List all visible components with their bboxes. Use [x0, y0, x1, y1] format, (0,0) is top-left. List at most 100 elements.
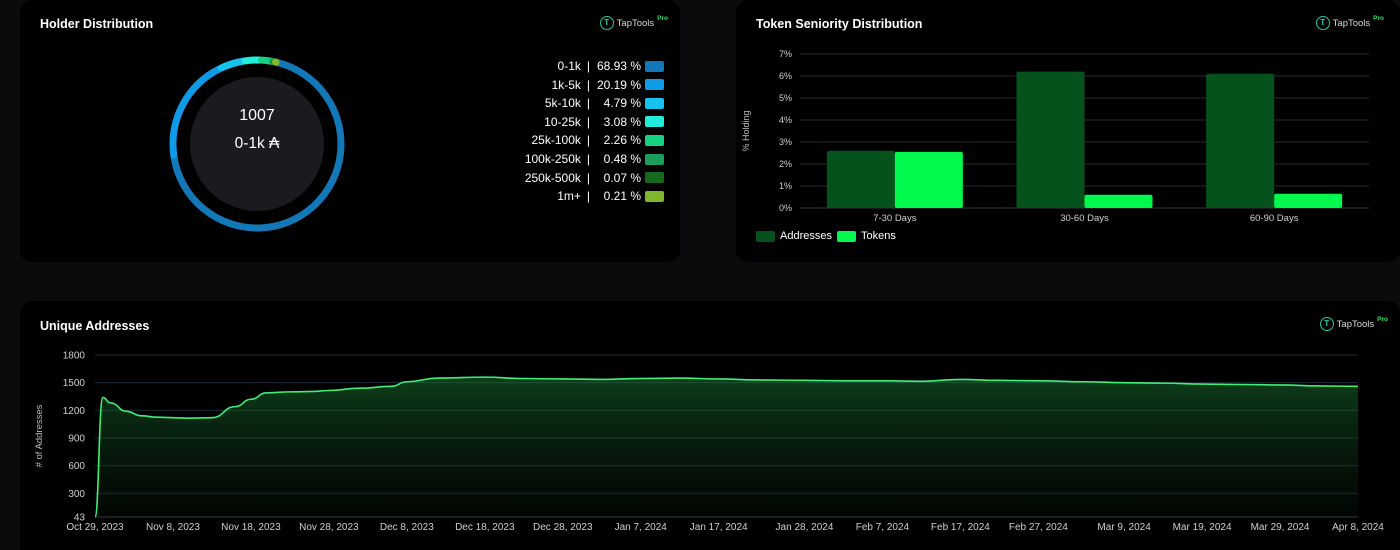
legend-range-label: 250k-500k — [524, 170, 581, 185]
area-y-tick-label: 900 — [68, 433, 85, 444]
legend-range-label: 1m+ — [557, 189, 581, 204]
bar-tokens-60-90-days[interactable] — [1274, 193, 1343, 208]
brand-name: TapTools — [616, 17, 655, 29]
area-x-tick-label: Feb 27, 2024 — [1009, 522, 1068, 533]
area-fill — [95, 377, 1358, 517]
bar-x-tick-label: 7-30 Days — [873, 213, 917, 224]
legend-tokens[interactable]: Tokens — [837, 230, 896, 242]
bar-y-tick-label: 4% — [779, 115, 792, 125]
legend-range-label: 0-1k — [557, 59, 581, 73]
legend-addresses[interactable]: Addresses — [756, 230, 832, 242]
legend-percent-value: 20.19 % — [596, 77, 641, 92]
legend-addresses-swatch — [756, 230, 775, 242]
legend-range-label: 100k-250k — [524, 152, 581, 166]
holder-legend-row[interactable]: 100k-250k | 0.48 % — [525, 152, 664, 166]
legend-color-swatch — [645, 79, 664, 91]
bar-tokens-7-30-days[interactable] — [894, 151, 963, 208]
area-x-tick-label: Feb 7, 2024 — [856, 522, 910, 533]
legend-color-swatch — [645, 60, 664, 72]
bar-y-axis-label: % Holding — [741, 110, 751, 151]
legend-color-swatch — [645, 97, 664, 109]
bar-y-tick-label: 5% — [779, 93, 792, 103]
holder-legend-row[interactable]: 1m+ | 0.21 % — [557, 189, 664, 203]
bar-tokens-30-60-days[interactable] — [1084, 194, 1153, 208]
unique-addresses-area-chart[interactable]: 43300600900120015001800# of AddressesOct… — [20, 301, 1400, 550]
donut-center-value: 1007 — [239, 107, 275, 124]
area-x-tick-label: Nov 28, 2023 — [299, 522, 359, 533]
area-y-tick-label: 300 — [68, 489, 85, 500]
taptools-brand[interactable]: T TapTools Pro — [599, 14, 668, 30]
donut-center-label: 0-1k ₳ — [234, 135, 280, 152]
bar-addresses-30-60-days[interactable] — [1016, 71, 1085, 208]
legend-separator: | — [586, 189, 590, 204]
area-x-tick-label: Nov 8, 2023 — [146, 522, 200, 533]
bar-addresses-60-90-days[interactable] — [1206, 73, 1275, 208]
legend-color-swatch — [645, 190, 664, 202]
area-x-tick-label: Dec 8, 2023 — [380, 522, 434, 533]
bar-x-tick-label: 60-90 Days — [1250, 213, 1299, 224]
bar-y-tick-label: 1% — [779, 181, 792, 191]
holder-legend-row[interactable]: 5k-10k | 4.79 % — [545, 96, 664, 110]
legend-addresses-label: Addresses — [780, 230, 832, 242]
taptools-logo-icon: T — [599, 16, 614, 30]
area-x-tick-label: Mar 9, 2024 — [1097, 522, 1151, 533]
legend-percent-value: 0.48 % — [603, 152, 641, 166]
legend-separator: | — [586, 77, 590, 92]
area-x-tick-label: Jan 17, 2024 — [690, 522, 748, 533]
legend-percent-value: 0.21 % — [603, 189, 641, 204]
area-x-tick-label: Oct 29, 2023 — [66, 522, 124, 533]
legend-percent-value: 0.07 % — [603, 170, 641, 185]
area-x-tick-label: Nov 18, 2023 — [221, 522, 281, 533]
holder-legend-row[interactable]: 1k-5k | 20.19 % — [552, 78, 664, 92]
area-x-tick-label: Mar 29, 2024 — [1251, 522, 1310, 533]
legend-color-swatch — [645, 116, 664, 128]
brand-pro-badge: Pro — [657, 14, 668, 22]
legend-range-label: 5k-10k — [544, 96, 581, 111]
bar-y-tick-label: 0% — [779, 203, 792, 213]
bar-x-tick-label: 30-60 Days — [1060, 213, 1109, 224]
legend-separator: | — [586, 59, 590, 73]
legend-separator: | — [586, 96, 590, 111]
bar-y-tick-label: 6% — [779, 71, 792, 81]
legend-percent-value: 2.26 % — [603, 133, 641, 148]
bar-addresses-7-30-days[interactable] — [826, 150, 895, 208]
legend-range-label: 10-25k — [544, 114, 581, 129]
holder-legend-row[interactable]: 25k-100k | 2.26 % — [531, 133, 664, 148]
legend-separator: | — [586, 170, 590, 185]
legend-separator: | — [586, 133, 590, 148]
area-x-tick-label: Mar 19, 2024 — [1173, 522, 1232, 533]
holder-legend-row[interactable]: 10-25k | 3.08 % — [544, 115, 664, 129]
legend-percent-value: 68.93 % — [596, 59, 641, 73]
area-x-tick-label: Dec 18, 2023 — [455, 522, 515, 533]
bar-y-tick-label: 3% — [779, 137, 792, 147]
donut-slice-5k-10k[interactable] — [217, 57, 247, 72]
area-x-tick-label: Jan 28, 2024 — [776, 522, 834, 533]
token-seniority-bar-chart[interactable]: 0% 1% 2% 3% 4% 5% 6% 7% % Holding 7-30 Days 30-60 … — [736, 0, 1400, 262]
legend-color-swatch — [645, 134, 664, 146]
legend-separator: | — [586, 152, 590, 166]
legend-color-swatch — [645, 172, 664, 184]
legend-separator: | — [586, 114, 590, 129]
area-x-tick-label: Apr 8, 2024 — [1332, 522, 1384, 533]
token-seniority-card: Token Seniority Distribution T TapTools … — [736, 0, 1400, 262]
area-y-tick-label: 1800 — [63, 351, 86, 362]
holder-distribution-card: Holder Distribution T TapTools Pro 1007 … — [20, 0, 680, 262]
bar-y-tick-label: 2% — [779, 159, 792, 169]
holder-legend-row[interactable]: 250k-500k | 0.07 % — [525, 171, 664, 185]
area-y-tick-label: 1500 — [63, 378, 86, 389]
legend-tokens-label: Tokens — [861, 230, 896, 242]
bar-y-tick-label: 7% — [779, 49, 792, 59]
area-y-axis-label: # of Addresses — [34, 404, 45, 467]
holder-legend-row[interactable]: 0-1k | 68.93 % — [558, 59, 664, 73]
area-y-tick-label: 600 — [68, 461, 85, 472]
legend-tokens-swatch — [837, 230, 856, 242]
legend-range-label: 1k-5k — [551, 77, 581, 92]
area-x-tick-label: Jan 7, 2024 — [615, 522, 668, 533]
area-x-tick-label: Feb 17, 2024 — [931, 522, 990, 533]
legend-range-label: 25k-100k — [531, 133, 581, 148]
legend-percent-value: 3.08 % — [603, 114, 641, 129]
legend-color-swatch — [645, 153, 664, 165]
donut-slice-10-25k[interactable] — [241, 56, 264, 65]
area-x-tick-label: Dec 28, 2023 — [533, 522, 593, 533]
legend-percent-value: 4.79 % — [603, 96, 641, 111]
